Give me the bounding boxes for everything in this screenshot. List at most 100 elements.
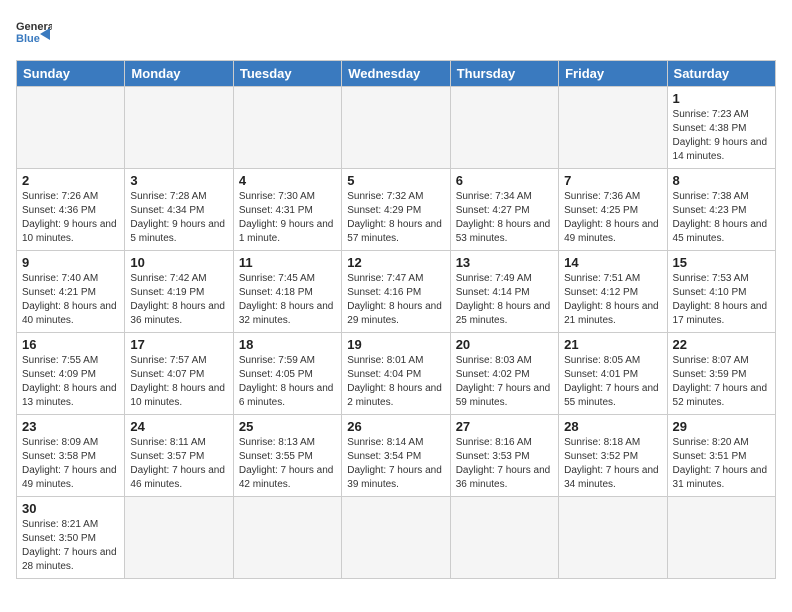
day-number: 25 — [239, 419, 336, 434]
day-number: 17 — [130, 337, 227, 352]
calendar-cell: 8Sunrise: 7:38 AM Sunset: 4:23 PM Daylig… — [667, 169, 775, 251]
day-number: 29 — [673, 419, 770, 434]
day-info: Sunrise: 8:14 AM Sunset: 3:54 PM Dayligh… — [347, 436, 444, 492]
calendar-cell: 27 Sunrise: 8:16 AM Sunset: 3:53 PM Dayli… — [450, 415, 558, 497]
calendar-cell: 24 Sunrise: 8:11 AM Sunset: 3:57 PM Dayli… — [125, 415, 233, 497]
day-info: Sunrise: 7:59 AM Sunset: 4:05 PM Dayligh… — [239, 354, 336, 410]
calendar-cell: 13Sunrise: 7:49 AM Sunset: 4:14 PM Dayli… — [450, 251, 558, 333]
calendar-cell: 17Sunrise: 7:57 AM Sunset: 4:07 PM Dayli… — [125, 333, 233, 415]
day-info: Sunrise: 8:03 AM Sunset: 4:02 PM Dayligh… — [456, 354, 553, 410]
calendar-cell: 9 Sunrise: 7:40 AM Sunset: 4:21 PM Daylig… — [17, 251, 125, 333]
day-info: Sunrise: 7:28 AM Sunset: 4:34 PM Dayligh… — [130, 190, 227, 246]
day-info: Sunrise: 7:38 AM Sunset: 4:23 PM Dayligh… — [673, 190, 770, 246]
calendar-week-row: 9 Sunrise: 7:40 AM Sunset: 4:21 PM Daylig… — [17, 251, 776, 333]
day-number: 24 — [130, 419, 227, 434]
day-number: 2 — [22, 173, 119, 188]
calendar-cell: 3 Sunrise: 7:28 AM Sunset: 4:34 PM Daylig… — [125, 169, 233, 251]
calendar-cell: 2 Sunrise: 7:26 AM Sunset: 4:36 PM Daylig… — [17, 169, 125, 251]
calendar-cell — [559, 497, 667, 579]
calendar-cell: 14 Sunrise: 7:51 AM Sunset: 4:12 PM Dayli… — [559, 251, 667, 333]
calendar-cell: 22Sunrise: 8:07 AM Sunset: 3:59 PM Dayli… — [667, 333, 775, 415]
calendar-week-row: 2 Sunrise: 7:26 AM Sunset: 4:36 PM Daylig… — [17, 169, 776, 251]
calendar-week-row: 16Sunrise: 7:55 AM Sunset: 4:09 PM Dayli… — [17, 333, 776, 415]
day-info: Sunrise: 7:30 AM Sunset: 4:31 PM Dayligh… — [239, 190, 336, 246]
day-number: 9 — [22, 255, 119, 270]
day-number: 12 — [347, 255, 444, 270]
calendar-cell — [233, 87, 341, 169]
calendar-cell: 11Sunrise: 7:45 AM Sunset: 4:18 PM Dayli… — [233, 251, 341, 333]
calendar-cell — [125, 87, 233, 169]
calendar-cell — [342, 87, 450, 169]
header: General Blue — [16, 16, 776, 52]
day-number: 11 — [239, 255, 336, 270]
calendar-week-row: 23 Sunrise: 8:09 AM Sunset: 3:58 PM Dayli… — [17, 415, 776, 497]
day-number: 3 — [130, 173, 227, 188]
calendar-cell: 12 Sunrise: 7:47 AM Sunset: 4:16 PM Dayli… — [342, 251, 450, 333]
day-info: Sunrise: 8:20 AM Sunset: 3:51 PM Dayligh… — [673, 436, 770, 492]
day-info: Sunrise: 7:53 AM Sunset: 4:10 PM Dayligh… — [673, 272, 770, 328]
day-number: 7 — [564, 173, 661, 188]
day-number: 16 — [22, 337, 119, 352]
day-number: 28 — [564, 419, 661, 434]
day-number: 6 — [456, 173, 553, 188]
logo: General Blue — [16, 16, 52, 52]
day-info: Sunrise: 7:42 AM Sunset: 4:19 PM Dayligh… — [130, 272, 227, 328]
day-number: 10 — [130, 255, 227, 270]
day-info: Sunrise: 7:40 AM Sunset: 4:21 PM Dayligh… — [22, 272, 119, 328]
day-number: 14 — [564, 255, 661, 270]
day-number: 27 — [456, 419, 553, 434]
day-info: Sunrise: 7:34 AM Sunset: 4:27 PM Dayligh… — [456, 190, 553, 246]
day-info: Sunrise: 7:23 AM Sunset: 4:38 PM Dayligh… — [673, 108, 770, 164]
calendar-cell — [17, 87, 125, 169]
calendar-cell: 29 Sunrise: 8:20 AM Sunset: 3:51 PM Dayli… — [667, 415, 775, 497]
day-info: Sunrise: 8:18 AM Sunset: 3:52 PM Dayligh… — [564, 436, 661, 492]
day-number: 23 — [22, 419, 119, 434]
calendar-cell: 19Sunrise: 8:01 AM Sunset: 4:04 PM Dayli… — [342, 333, 450, 415]
calendar-cell: 30Sunrise: 8:21 AM Sunset: 3:50 PM Dayli… — [17, 497, 125, 579]
day-number: 26 — [347, 419, 444, 434]
calendar-cell — [450, 87, 558, 169]
day-info: Sunrise: 8:21 AM Sunset: 3:50 PM Dayligh… — [22, 518, 119, 574]
calendar-cell: 7 Sunrise: 7:36 AM Sunset: 4:25 PM Daylig… — [559, 169, 667, 251]
calendar-cell: 4Sunrise: 7:30 AM Sunset: 4:31 PM Daylig… — [233, 169, 341, 251]
calendar-week-row: 1Sunrise: 7:23 AM Sunset: 4:38 PM Daylig… — [17, 87, 776, 169]
day-number: 15 — [673, 255, 770, 270]
day-number: 18 — [239, 337, 336, 352]
calendar-header-tuesday: Tuesday — [233, 61, 341, 87]
calendar-cell: 26 Sunrise: 8:14 AM Sunset: 3:54 PM Dayli… — [342, 415, 450, 497]
calendar-cell: 21 Sunrise: 8:05 AM Sunset: 4:01 PM Dayli… — [559, 333, 667, 415]
day-number: 20 — [456, 337, 553, 352]
calendar-cell: 6 Sunrise: 7:34 AM Sunset: 4:27 PM Daylig… — [450, 169, 558, 251]
day-info: Sunrise: 8:11 AM Sunset: 3:57 PM Dayligh… — [130, 436, 227, 492]
calendar-cell: 1Sunrise: 7:23 AM Sunset: 4:38 PM Daylig… — [667, 87, 775, 169]
svg-text:Blue: Blue — [16, 33, 40, 45]
calendar-cell: 5Sunrise: 7:32 AM Sunset: 4:29 PM Daylig… — [342, 169, 450, 251]
day-info: Sunrise: 8:13 AM Sunset: 3:55 PM Dayligh… — [239, 436, 336, 492]
calendar-header-friday: Friday — [559, 61, 667, 87]
day-number: 21 — [564, 337, 661, 352]
day-info: Sunrise: 7:49 AM Sunset: 4:14 PM Dayligh… — [456, 272, 553, 328]
calendar-header-sunday: Sunday — [17, 61, 125, 87]
calendar-cell — [125, 497, 233, 579]
calendar-cell: 25 Sunrise: 8:13 AM Sunset: 3:55 PM Dayli… — [233, 415, 341, 497]
day-info: Sunrise: 7:47 AM Sunset: 4:16 PM Dayligh… — [347, 272, 444, 328]
day-info: Sunrise: 7:51 AM Sunset: 4:12 PM Dayligh… — [564, 272, 661, 328]
calendar-cell: 18 Sunrise: 7:59 AM Sunset: 4:05 PM Dayli… — [233, 333, 341, 415]
day-info: Sunrise: 8:16 AM Sunset: 3:53 PM Dayligh… — [456, 436, 553, 492]
calendar-header-saturday: Saturday — [667, 61, 775, 87]
day-info: Sunrise: 8:09 AM Sunset: 3:58 PM Dayligh… — [22, 436, 119, 492]
day-info: Sunrise: 7:26 AM Sunset: 4:36 PM Dayligh… — [22, 190, 119, 246]
day-number: 5 — [347, 173, 444, 188]
calendar-week-row: 30Sunrise: 8:21 AM Sunset: 3:50 PM Dayli… — [17, 497, 776, 579]
calendar-cell: 16Sunrise: 7:55 AM Sunset: 4:09 PM Dayli… — [17, 333, 125, 415]
calendar-cell — [450, 497, 558, 579]
day-info: Sunrise: 8:05 AM Sunset: 4:01 PM Dayligh… — [564, 354, 661, 410]
day-number: 19 — [347, 337, 444, 352]
calendar-cell: 23 Sunrise: 8:09 AM Sunset: 3:58 PM Dayli… — [17, 415, 125, 497]
calendar-cell: 15 Sunrise: 7:53 AM Sunset: 4:10 PM Dayli… — [667, 251, 775, 333]
calendar-table: SundayMondayTuesdayWednesdayThursdayFrid… — [16, 60, 776, 579]
calendar-cell: 28 Sunrise: 8:18 AM Sunset: 3:52 PM Dayli… — [559, 415, 667, 497]
day-info: Sunrise: 8:07 AM Sunset: 3:59 PM Dayligh… — [673, 354, 770, 410]
day-info: Sunrise: 7:36 AM Sunset: 4:25 PM Dayligh… — [564, 190, 661, 246]
calendar-cell — [342, 497, 450, 579]
